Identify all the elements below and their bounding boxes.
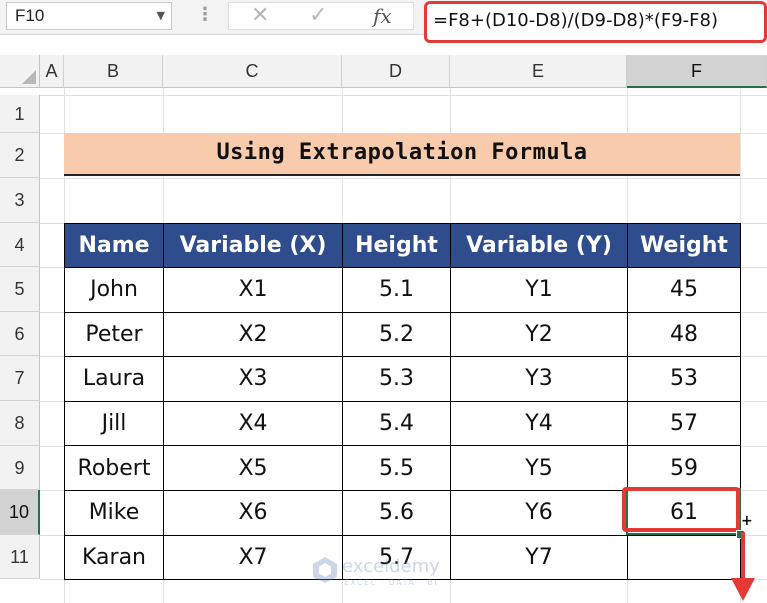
cell-name[interactable]: John (64, 267, 164, 313)
cell-weight[interactable]: 61 (627, 489, 741, 536)
header-height[interactable]: Height (342, 223, 451, 268)
cell-height[interactable]: 5.5 (342, 445, 451, 491)
row-header-4[interactable]: 4 (0, 223, 40, 267)
cell-variable-y[interactable]: Y2 (450, 311, 628, 358)
formula-input[interactable]: =F8+(D10-D8)/(D9-D8)*(F9-F8) (424, 1, 767, 43)
cell-name[interactable]: Peter (64, 311, 164, 358)
table-row: John X1 5.1 Y1 45 (64, 267, 741, 313)
watermark-name: exceldemy (342, 556, 440, 577)
select-all-corner[interactable] (0, 55, 40, 88)
exceldemy-logo-icon (313, 557, 337, 583)
table-row: Laura X3 5.3 Y3 53 (64, 356, 741, 402)
cell-variable-x[interactable]: X6 (163, 489, 343, 536)
cell-weight[interactable]: 59 (627, 445, 741, 491)
row-header-5[interactable]: 5 (0, 267, 40, 312)
cell-weight[interactable]: 48 (627, 311, 741, 358)
column-header-e[interactable]: E (450, 55, 627, 88)
header-name[interactable]: Name (64, 223, 164, 268)
cell-variable-y[interactable]: Y4 (450, 400, 628, 447)
row-header-6[interactable]: 6 (0, 312, 40, 356)
name-box-value: F10 (15, 6, 45, 25)
cell-weight[interactable]: 53 (627, 356, 741, 402)
column-header-c[interactable]: C (163, 55, 342, 88)
header-variable-x[interactable]: Variable (X) (163, 223, 343, 268)
enter-icon[interactable]: ✓ (309, 3, 327, 28)
table-row: Mike X6 5.6 Y6 61 (64, 489, 741, 536)
spreadsheet-window: F10 ▼ ⋮ ✕ ✓ fx =F8+(D10-D8)/(D9-D8)*(F9-… (0, 0, 767, 603)
row-header-7[interactable]: 7 (0, 356, 40, 401)
cell-name[interactable]: Robert (64, 445, 164, 491)
formula-bar-buttons: ✕ ✓ fx (228, 2, 414, 30)
formula-bar: F10 ▼ ⋮ ✕ ✓ fx =F8+(D10-D8)/(D9-D8)*(F9-… (0, 0, 767, 43)
drag-down-arrow-icon (731, 532, 755, 601)
cell-height[interactable]: 5.6 (342, 489, 451, 536)
cell-height[interactable]: 5.4 (342, 400, 451, 447)
cell-variable-y[interactable]: Y7 (450, 534, 628, 581)
cell-name[interactable]: Mike (64, 489, 164, 536)
cell-variable-y[interactable]: Y3 (450, 356, 628, 402)
cell-name[interactable]: Karan (64, 534, 164, 581)
row-header-10[interactable]: 10 (0, 490, 40, 535)
row-header-2[interactable]: 2 (0, 133, 40, 178)
cell-variable-x[interactable]: X4 (163, 400, 343, 447)
column-header-d[interactable]: D (342, 55, 450, 88)
cell-variable-y[interactable]: Y1 (450, 267, 628, 313)
cell-variable-x[interactable]: X1 (163, 267, 343, 313)
table-row: Jill X4 5.4 Y4 57 (64, 400, 741, 447)
cell-weight[interactable]: 57 (627, 400, 741, 447)
select-all-icon (22, 70, 36, 84)
cell-name[interactable]: Laura (64, 356, 164, 402)
header-weight[interactable]: Weight (627, 223, 741, 268)
name-box[interactable]: F10 ▼ (6, 2, 172, 30)
cell-variable-x[interactable]: X2 (163, 311, 343, 358)
cancel-icon[interactable]: ✕ (251, 3, 269, 28)
cell-weight[interactable]: 45 (627, 267, 741, 313)
name-box-dropdown-icon[interactable]: ▼ (157, 9, 165, 22)
column-header-a[interactable]: A (40, 55, 64, 88)
cell-variable-x[interactable]: X5 (163, 445, 343, 491)
row-header-3[interactable]: 3 (0, 178, 40, 223)
grid-line-horizontal (40, 178, 767, 179)
cell-height[interactable]: 5.3 (342, 356, 451, 402)
table-row: Robert X5 5.5 Y5 59 (64, 445, 741, 491)
cell-variable-y[interactable]: Y6 (450, 489, 628, 536)
data-table: Name Variable (X) Height Variable (Y) We… (64, 223, 741, 581)
cell-variable-y[interactable]: Y5 (450, 445, 628, 491)
watermark-tagline: EXCEL · DATA · BI (344, 578, 439, 587)
table-header-row: Name Variable (X) Height Variable (Y) We… (64, 223, 741, 268)
table-row: Peter X2 5.2 Y2 48 (64, 311, 741, 358)
cell-weight[interactable] (627, 534, 741, 581)
crosshair-cursor-icon: + (741, 513, 753, 529)
cell-height[interactable]: 5.2 (342, 311, 451, 358)
cell-height[interactable]: 5.1 (342, 267, 451, 313)
sheet-title: Using Extrapolation Formula (64, 133, 740, 176)
insert-function-icon[interactable]: fx (373, 4, 392, 28)
cell-variable-x[interactable]: X3 (163, 356, 343, 402)
row-header-11[interactable]: 11 (0, 535, 40, 579)
row-header-8[interactable]: 8 (0, 401, 40, 446)
formula-text: =F8+(D10-D8)/(D9-D8)*(F9-F8) (433, 10, 718, 31)
column-header-b[interactable]: B (64, 55, 163, 88)
cell-name[interactable]: Jill (64, 400, 164, 447)
header-variable-y[interactable]: Variable (Y) (450, 223, 628, 268)
row-header-1[interactable]: 1 (0, 95, 40, 133)
column-header-f[interactable]: F (627, 55, 767, 88)
formula-bar-grip-icon[interactable]: ⋮ (196, 4, 214, 25)
row-header-9[interactable]: 9 (0, 446, 40, 490)
grid-line-horizontal (40, 95, 767, 96)
